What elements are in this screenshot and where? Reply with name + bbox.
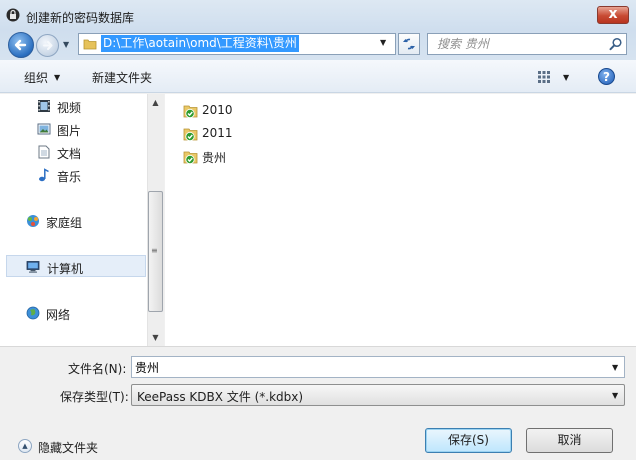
window-title: 创建新的密码数据库 bbox=[26, 11, 135, 25]
nav-item-label: 网络 bbox=[46, 308, 71, 322]
organize-button[interactable]: 组织 bbox=[24, 69, 48, 86]
hide-folders-button[interactable]: 隐藏文件夹 bbox=[38, 439, 98, 456]
help-icon[interactable]: ? bbox=[598, 68, 615, 85]
refresh-icon bbox=[403, 38, 415, 50]
nav-item-label: 家庭组 bbox=[46, 216, 83, 230]
views-icon[interactable] bbox=[537, 70, 551, 84]
documents-icon bbox=[38, 145, 50, 159]
navigation-pane: 视频 图片 文档 音乐 家庭组 计算机 网络 bbox=[0, 94, 147, 346]
file-name: 贵州 bbox=[202, 151, 227, 165]
synced-folder-icon bbox=[183, 105, 198, 119]
save-button[interactable]: 保存(S) bbox=[425, 428, 512, 453]
save-type-label: 保存类型(T): bbox=[60, 390, 129, 404]
views-chevron-down-icon[interactable]: ▼ bbox=[563, 73, 569, 82]
nav-item-homegroup[interactable]: 家庭组 bbox=[0, 210, 147, 232]
cancel-button[interactable]: 取消 bbox=[526, 428, 613, 453]
synced-folder-icon bbox=[183, 151, 198, 165]
scroll-down-icon[interactable]: ▼ bbox=[148, 330, 163, 345]
forward-arrow-icon bbox=[43, 41, 53, 50]
new-folder-button[interactable]: 新建文件夹 bbox=[92, 69, 152, 86]
close-button[interactable]: x bbox=[597, 6, 629, 24]
nav-item-label: 音乐 bbox=[57, 170, 82, 184]
address-path[interactable]: D:\工作\aotain\omd\工程资料\贵州 bbox=[101, 35, 299, 52]
filename-field[interactable] bbox=[135, 359, 595, 375]
scroll-up-icon[interactable]: ▲ bbox=[148, 95, 163, 110]
organize-chevron-down-icon[interactable]: ▼ bbox=[54, 73, 60, 82]
file-list[interactable] bbox=[165, 94, 636, 346]
back-button[interactable] bbox=[8, 32, 34, 58]
save-type-chevron-down-icon[interactable]: ▼ bbox=[612, 391, 618, 400]
nav-item-music[interactable]: 音乐 bbox=[0, 164, 147, 186]
scroll-grip-icon: ≡ bbox=[151, 246, 158, 255]
synced-folder-icon bbox=[183, 128, 198, 142]
file-name: 2011 bbox=[202, 126, 233, 140]
nav-item-label: 文档 bbox=[57, 147, 82, 161]
nav-item-pictures[interactable]: 图片 bbox=[0, 118, 147, 140]
video-icon bbox=[38, 100, 50, 112]
pictures-icon bbox=[37, 123, 51, 135]
search-input[interactable] bbox=[437, 36, 597, 52]
filename-label: 文件名(N): bbox=[68, 362, 127, 376]
filename-chevron-down-icon[interactable]: ▼ bbox=[612, 363, 618, 372]
nav-item-label: 视频 bbox=[57, 101, 82, 115]
save-type-value[interactable]: KeePass KDBX 文件 (*.kdbx) bbox=[137, 388, 303, 405]
music-icon bbox=[39, 168, 49, 182]
nav-item-documents[interactable]: 文档 bbox=[0, 141, 147, 163]
nav-item-label: 计算机 bbox=[47, 262, 84, 276]
refresh-button[interactable] bbox=[398, 33, 420, 55]
nav-item-label: 图片 bbox=[57, 124, 82, 138]
nav-item-network[interactable]: 网络 bbox=[0, 302, 147, 324]
nav-item-video[interactable]: 视频 bbox=[0, 95, 147, 117]
forward-button[interactable] bbox=[36, 34, 59, 57]
file-name: 2010 bbox=[202, 103, 233, 117]
back-arrow-icon bbox=[14, 39, 27, 51]
homegroup-icon bbox=[27, 215, 39, 227]
address-dropdown-arrow[interactable]: ▼ bbox=[380, 38, 386, 47]
nav-item-computer[interactable]: 计算机 bbox=[6, 255, 146, 277]
recent-locations-dropdown[interactable]: ▼ bbox=[63, 40, 73, 50]
chevron-up-icon[interactable]: ▲ bbox=[18, 439, 32, 453]
search-icon[interactable] bbox=[609, 37, 623, 51]
folder-icon bbox=[83, 39, 97, 50]
lock-icon bbox=[6, 8, 20, 22]
computer-icon bbox=[26, 261, 40, 273]
network-icon bbox=[26, 306, 40, 320]
